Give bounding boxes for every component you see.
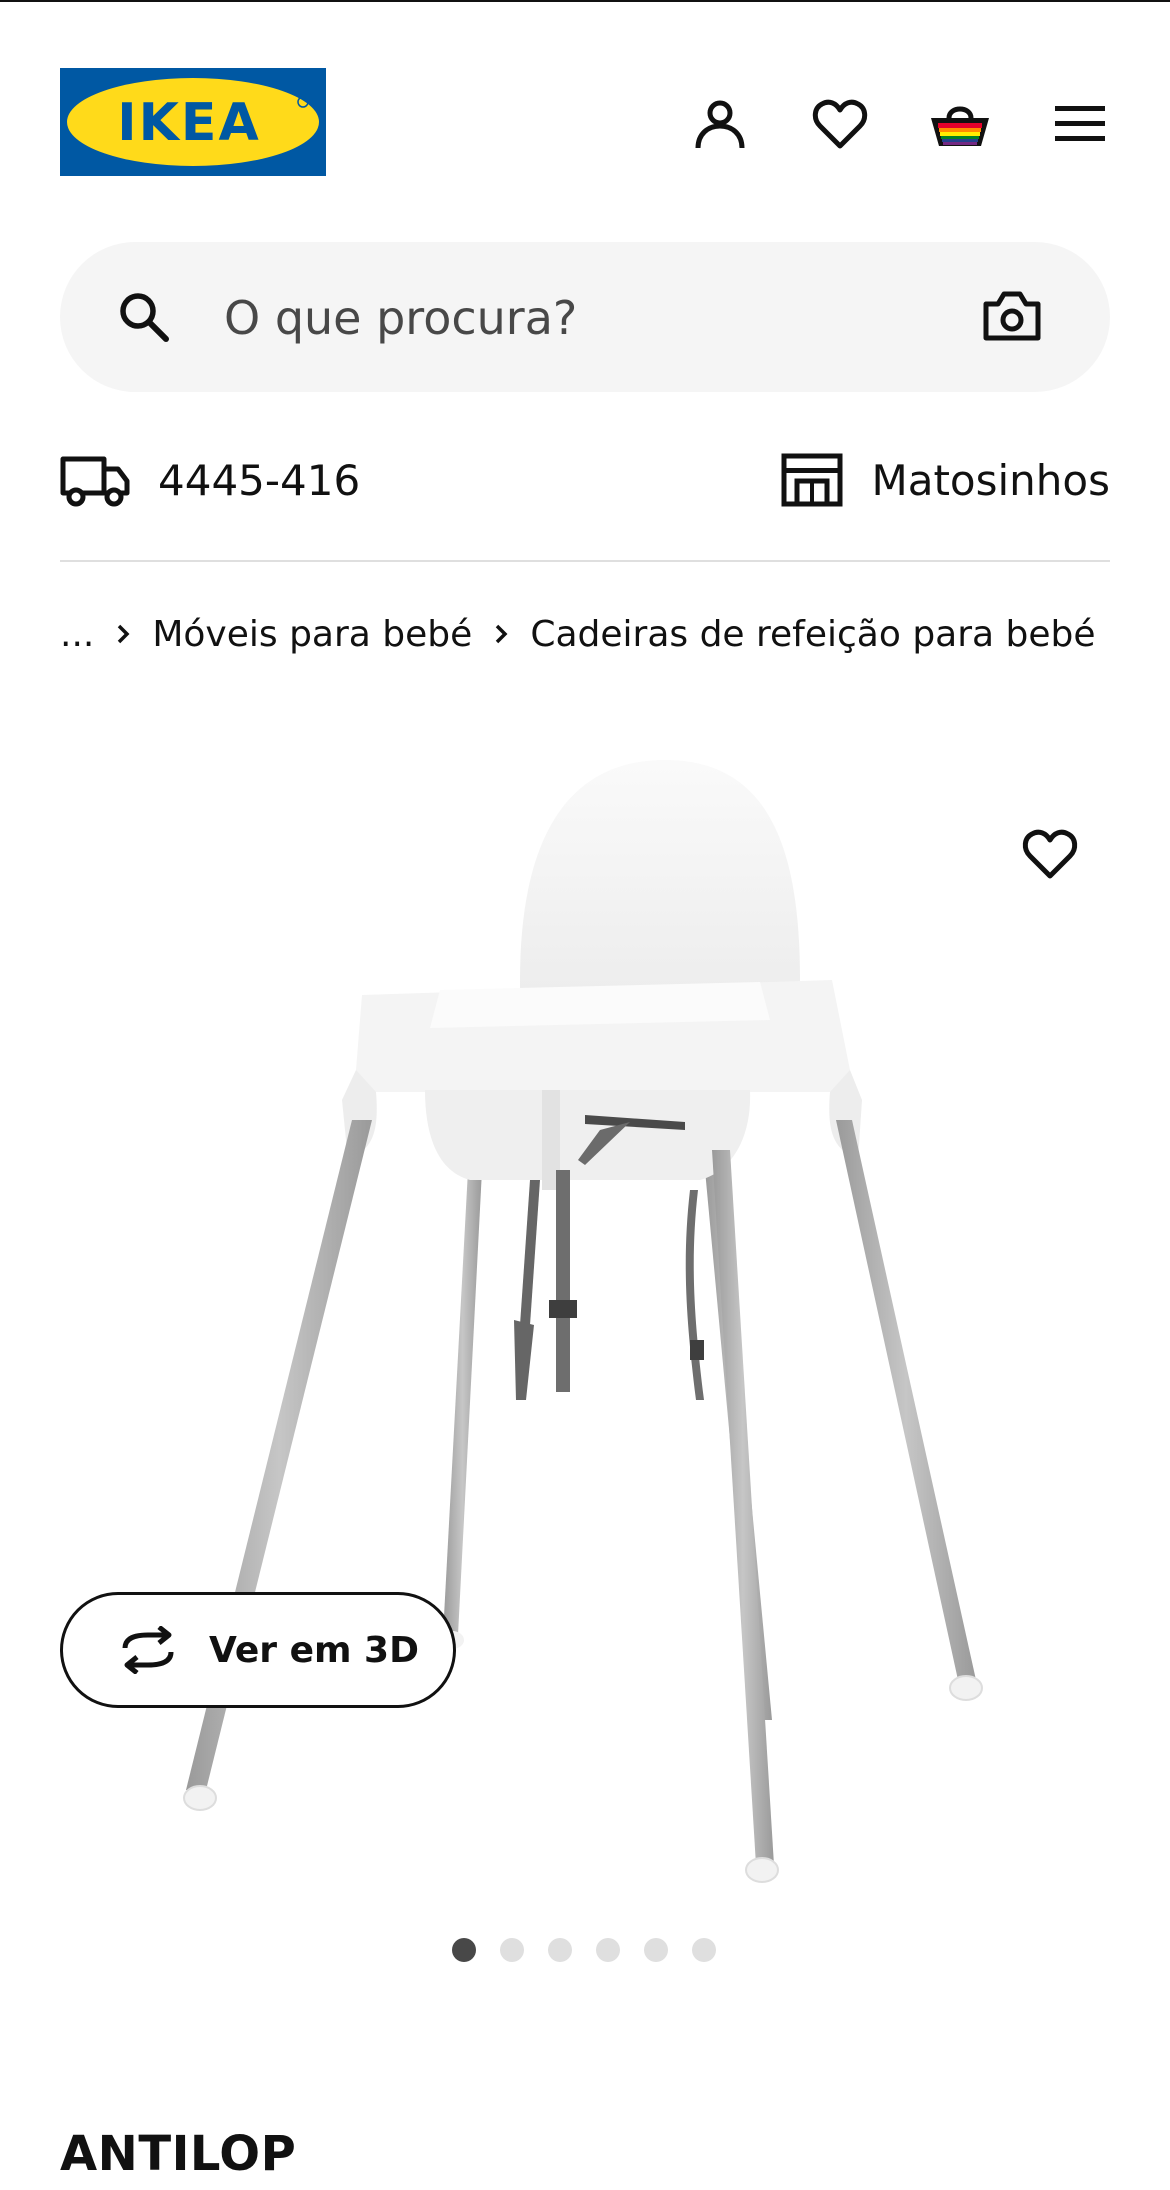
profile-icon[interactable] (688, 92, 752, 156)
product-image[interactable] (0, 720, 1170, 1910)
delivery-location-row: 4445-416 Matosinhos (60, 440, 1110, 520)
carousel-dot[interactable] (644, 1938, 668, 1962)
truck-icon (60, 456, 130, 507)
carousel-dot[interactable] (692, 1938, 716, 1962)
add-to-favourites-icon[interactable] (1016, 820, 1084, 888)
search-input[interactable] (222, 282, 826, 354)
camera-icon[interactable] (980, 286, 1044, 346)
postal-code-button[interactable]: 4445-416 (60, 450, 360, 510)
breadcrumb-link-high-chairs[interactable]: Cadeiras de refeição para bebé (530, 614, 1095, 655)
breadcrumb-link-baby-furniture[interactable]: Móveis para bebé (152, 614, 472, 655)
store-icon (781, 453, 843, 507)
search-icon[interactable] (114, 287, 174, 347)
carousel-dot[interactable] (548, 1938, 572, 1962)
search-bar[interactable] (60, 242, 1110, 392)
divider (60, 560, 1110, 562)
postal-code: 4445-416 (158, 455, 361, 505)
breadcrumb: ... Móveis para bebé Cadeiras de refeiçã… (60, 604, 1096, 664)
chevron-right-icon (494, 623, 508, 645)
ikea-logo[interactable]: IKEA (60, 68, 326, 176)
store-button[interactable]: Matosinhos (781, 450, 1110, 510)
carousel-dot[interactable] (452, 1938, 476, 1962)
view-in-3d-label: Ver em 3D (209, 1629, 419, 1671)
breadcrumb-ellipsis[interactable]: ... (60, 614, 94, 655)
product-name: ANTILOP (60, 2126, 297, 2182)
top-border (0, 0, 1170, 2)
menu-icon[interactable] (1048, 92, 1112, 156)
view-in-3d-button[interactable]: Ver em 3D (60, 1592, 456, 1708)
basket-icon[interactable] (928, 92, 992, 156)
carousel-dot[interactable] (500, 1938, 524, 1962)
chevron-right-icon (116, 623, 130, 645)
rotate-3d-icon (122, 1626, 174, 1674)
heart-icon[interactable] (808, 92, 872, 156)
image-carousel-dots (452, 1938, 740, 1964)
logo-text: IKEA (117, 93, 260, 153)
carousel-dot[interactable] (596, 1938, 620, 1962)
store-name: Matosinhos (871, 455, 1110, 505)
